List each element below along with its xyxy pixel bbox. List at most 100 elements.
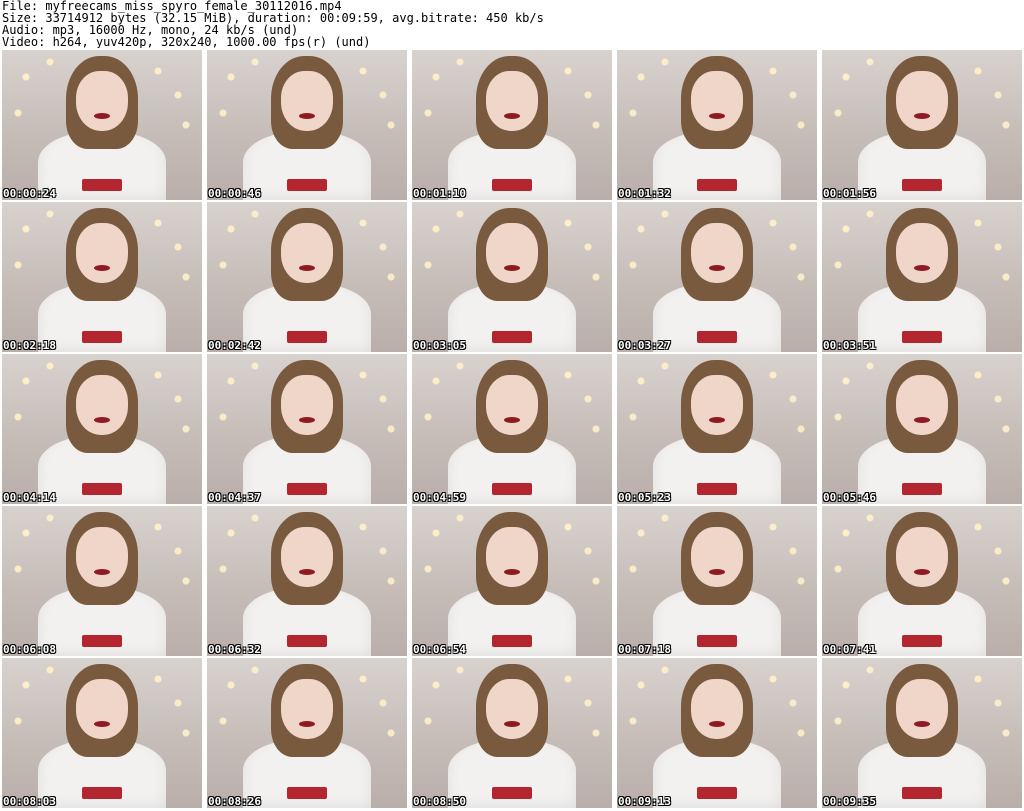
- thumbnail-timestamp: 00:05:23: [618, 491, 671, 504]
- thumbnail-timestamp: 00:03:51: [823, 339, 876, 352]
- lips-shape: [914, 721, 930, 727]
- lips-shape: [504, 265, 520, 271]
- face-shape: [691, 71, 743, 131]
- video-thumbnail: 00:08:26: [207, 658, 407, 808]
- face-shape: [691, 375, 743, 435]
- shirt-print-shape: [697, 483, 737, 495]
- video-thumbnail: 00:04:14: [2, 354, 202, 504]
- shirt-print-shape: [902, 787, 942, 799]
- shirt-print-shape: [287, 331, 327, 343]
- video-thumbnail: 00:05:23: [617, 354, 817, 504]
- thumbnail-timestamp: 00:04:14: [3, 491, 56, 504]
- video-thumbnail: 00:01:56: [822, 50, 1022, 200]
- face-shape: [76, 679, 128, 739]
- video-thumbnail: 00:00:46: [207, 50, 407, 200]
- shirt-print-shape: [82, 787, 122, 799]
- thumbnail-timestamp: 00:01:32: [618, 187, 671, 200]
- lips-shape: [504, 721, 520, 727]
- video-thumbnail: 00:04:59: [412, 354, 612, 504]
- lips-shape: [914, 113, 930, 119]
- video-thumbnail: 00:05:46: [822, 354, 1022, 504]
- face-shape: [691, 223, 743, 283]
- thumbnail-timestamp: 00:02:18: [3, 339, 56, 352]
- face-shape: [691, 527, 743, 587]
- video-thumbnail: 00:09:13: [617, 658, 817, 808]
- video-thumbnail: 00:01:32: [617, 50, 817, 200]
- video-thumbnail: 00:01:10: [412, 50, 612, 200]
- video-thumbnail: 00:06:08: [2, 506, 202, 656]
- face-shape: [76, 375, 128, 435]
- face-shape: [896, 527, 948, 587]
- thumbnail-timestamp: 00:07:18: [618, 643, 671, 656]
- video-thumbnail: 00:04:37: [207, 354, 407, 504]
- shirt-print-shape: [492, 179, 532, 191]
- lips-shape: [914, 265, 930, 271]
- lips-shape: [709, 113, 725, 119]
- thumbnail-timestamp: 00:07:41: [823, 643, 876, 656]
- lips-shape: [914, 417, 930, 423]
- thumbnail-timestamp: 00:06:08: [3, 643, 56, 656]
- thumbnail-timestamp: 00:06:54: [413, 643, 466, 656]
- shirt-print-shape: [82, 179, 122, 191]
- thumbnail-timestamp: 00:03:27: [618, 339, 671, 352]
- video-thumbnail: 00:07:41: [822, 506, 1022, 656]
- video-thumbnail: 00:07:18: [617, 506, 817, 656]
- face-shape: [76, 527, 128, 587]
- thumbnail-timestamp: 00:00:24: [3, 187, 56, 200]
- face-shape: [896, 71, 948, 131]
- lips-shape: [709, 721, 725, 727]
- thumbnail-timestamp: 00:06:32: [208, 643, 261, 656]
- video-thumbnail: 00:09:35: [822, 658, 1022, 808]
- lips-shape: [914, 569, 930, 575]
- lips-shape: [94, 265, 110, 271]
- video-line: Video: h264, yuv420p, 320x240, 1000.00 f…: [2, 35, 371, 48]
- thumbnail-timestamp: 00:03:05: [413, 339, 466, 352]
- face-shape: [486, 679, 538, 739]
- face-shape: [486, 375, 538, 435]
- video-thumbnail: 00:02:42: [207, 202, 407, 352]
- video-thumbnail: 00:03:05: [412, 202, 612, 352]
- thumbnail-timestamp: 00:04:59: [413, 491, 466, 504]
- thumbnail-timestamp: 00:01:56: [823, 187, 876, 200]
- face-shape: [486, 527, 538, 587]
- shirt-print-shape: [287, 787, 327, 799]
- face-shape: [76, 223, 128, 283]
- face-shape: [691, 679, 743, 739]
- lips-shape: [299, 721, 315, 727]
- video-thumbnail: 00:06:32: [207, 506, 407, 656]
- shirt-print-shape: [287, 635, 327, 647]
- face-shape: [281, 527, 333, 587]
- shirt-print-shape: [287, 483, 327, 495]
- face-shape: [281, 679, 333, 739]
- lips-shape: [299, 265, 315, 271]
- thumbnail-grid: 00:00:24 00:00:46 00:01:10 00:01:32 00:01:56…: [2, 50, 1022, 810]
- shirt-print-shape: [492, 787, 532, 799]
- lips-shape: [709, 417, 725, 423]
- video-thumbnail: 00:08:50: [412, 658, 612, 808]
- shirt-print-shape: [697, 179, 737, 191]
- lips-shape: [504, 113, 520, 119]
- thumbnail-timestamp: 00:08:03: [3, 795, 56, 808]
- lips-shape: [299, 569, 315, 575]
- lips-shape: [94, 113, 110, 119]
- thumbnail-timestamp: 00:09:13: [618, 795, 671, 808]
- video-thumbnail: 00:00:24: [2, 50, 202, 200]
- video-thumbnail: 00:06:54: [412, 506, 612, 656]
- shirt-print-shape: [902, 483, 942, 495]
- shirt-print-shape: [82, 331, 122, 343]
- shirt-print-shape: [287, 179, 327, 191]
- lips-shape: [94, 569, 110, 575]
- video-thumbnail: 00:03:27: [617, 202, 817, 352]
- thumbnail-timestamp: 00:00:46: [208, 187, 261, 200]
- video-thumbnail: 00:03:51: [822, 202, 1022, 352]
- shirt-print-shape: [82, 635, 122, 647]
- shirt-print-shape: [492, 331, 532, 343]
- lips-shape: [709, 265, 725, 271]
- face-shape: [896, 223, 948, 283]
- shirt-print-shape: [492, 483, 532, 495]
- thumbnail-timestamp: 00:04:37: [208, 491, 261, 504]
- lips-shape: [94, 721, 110, 727]
- face-shape: [896, 679, 948, 739]
- shirt-print-shape: [902, 635, 942, 647]
- lips-shape: [299, 113, 315, 119]
